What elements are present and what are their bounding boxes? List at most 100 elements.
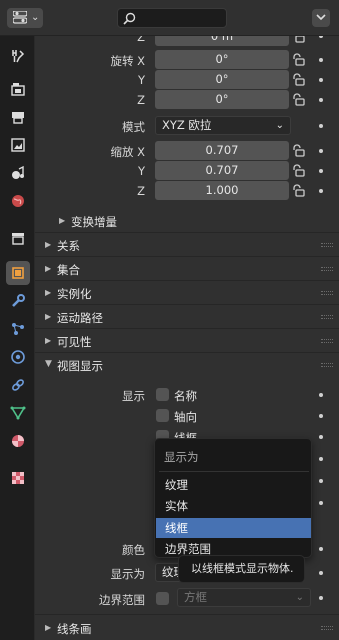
keyframe-dot[interactable] <box>319 36 323 38</box>
expand-triangle-icon: ▶ <box>45 336 52 345</box>
view-layer-icon <box>11 138 25 152</box>
section-visibility[interactable]: ▶ 可见性 <box>35 329 339 353</box>
rotation-mode-select[interactable]: XYZ 欧拉 ⌄ <box>155 116 291 135</box>
section-line-art[interactable]: ▶ 线条画 <box>35 616 339 640</box>
tab-collection[interactable] <box>6 226 30 250</box>
tab-render[interactable] <box>6 77 30 101</box>
menu-item-textured[interactable]: 纹理 <box>156 475 311 495</box>
color-label: 颜色 <box>122 543 145 557</box>
lock-icon[interactable] <box>291 184 305 197</box>
tab-world[interactable] <box>6 189 30 213</box>
rotation-z-field[interactable]: 0° <box>155 90 289 109</box>
section-title: 可见性 <box>57 335 92 349</box>
properties-header: ⌄ <box>0 0 339 36</box>
section-collections[interactable]: ▶ 集合 <box>35 257 339 281</box>
properties-editor-icon <box>13 11 27 24</box>
section-title: 视图显示 <box>57 359 103 373</box>
divider <box>35 614 339 615</box>
lock-icon[interactable] <box>291 144 305 157</box>
drag-grip-icon[interactable] <box>321 267 333 271</box>
keyframe-dot[interactable] <box>319 169 323 173</box>
search-field[interactable] <box>117 8 227 28</box>
keyframe-dot[interactable] <box>319 393 323 397</box>
scale-x-field[interactable]: 0.707 <box>155 141 289 160</box>
tab-particles[interactable] <box>6 317 30 341</box>
tab-view-layer[interactable] <box>6 133 30 157</box>
tool-icon <box>12 50 25 63</box>
tab-output[interactable] <box>6 105 30 129</box>
rotation-mode-label: 模式 <box>122 120 145 134</box>
properties-tab-bar <box>0 36 35 640</box>
menu-item-wire[interactable]: 线框 <box>156 518 311 538</box>
lock-icon[interactable] <box>291 36 305 43</box>
display-as-label: 显示为 <box>110 567 146 581</box>
modifier-icon <box>12 294 25 307</box>
dropdown-title: 显示为 <box>164 450 199 464</box>
section-motion-paths[interactable]: ▶ 运动路径 <box>35 305 339 329</box>
scale-y-field[interactable]: 0.707 <box>155 161 289 180</box>
tab-modifier[interactable] <box>6 289 30 313</box>
drag-grip-icon[interactable] <box>321 363 333 367</box>
lock-icon[interactable] <box>291 164 305 177</box>
keyframe-dot[interactable] <box>319 571 323 575</box>
scale-z-field[interactable]: 1.000 <box>155 181 289 200</box>
scale-y-label: Y <box>137 164 145 178</box>
keyframe-dot[interactable] <box>319 435 323 439</box>
rotation-z-label: Z <box>137 93 145 107</box>
divider <box>159 471 309 472</box>
keyframe-dot[interactable] <box>319 596 323 600</box>
drag-grip-icon[interactable] <box>321 243 333 247</box>
tab-object[interactable] <box>6 261 30 285</box>
section-relations[interactable]: ▶ 关系 <box>35 233 339 257</box>
tab-physics[interactable] <box>6 345 30 369</box>
drag-grip-icon[interactable] <box>321 339 333 343</box>
keyframe-dot[interactable] <box>319 457 323 461</box>
keyframe-dot[interactable] <box>319 149 323 153</box>
delta-transform-subpanel[interactable]: ▶ 变换增量 <box>49 209 339 233</box>
keyframe-dot[interactable] <box>319 58 323 62</box>
rotation-y-field[interactable]: 0° <box>155 70 289 89</box>
editor-type-button[interactable]: ⌄ <box>7 8 43 28</box>
tab-texture[interactable] <box>6 466 30 490</box>
drag-grip-icon[interactable] <box>321 315 333 319</box>
rotation-mode-value: XYZ 欧拉 <box>162 118 212 132</box>
data-icon <box>10 406 26 420</box>
keyframe-dot[interactable] <box>319 189 323 193</box>
options-menu-button[interactable] <box>312 9 330 27</box>
tab-material[interactable] <box>6 429 30 453</box>
tab-tool[interactable] <box>6 44 30 68</box>
show-name-checkbox[interactable] <box>156 388 169 401</box>
keyframe-dot[interactable] <box>319 124 323 128</box>
location-z-field[interactable]: 0 m <box>155 36 289 46</box>
tab-constraints[interactable] <box>6 373 30 397</box>
keyframe-dot[interactable] <box>319 479 323 483</box>
drag-grip-icon[interactable] <box>321 291 333 295</box>
show-axes-checkbox[interactable] <box>156 409 169 422</box>
lock-icon[interactable] <box>291 73 305 86</box>
keyframe-dot[interactable] <box>319 414 323 418</box>
rotation-x-label: 旋转 X <box>110 54 145 68</box>
section-title: 实例化 <box>57 287 92 301</box>
show-name-label: 名称 <box>174 389 197 403</box>
keyframe-dot[interactable] <box>319 78 323 82</box>
keyframe-dot[interactable] <box>319 501 323 505</box>
lock-icon[interactable] <box>291 53 305 66</box>
expand-triangle-icon: ▶ <box>45 288 52 297</box>
bounds-type-select[interactable]: 方框 ⌄ <box>177 588 311 607</box>
tab-data[interactable] <box>6 401 30 425</box>
search-input[interactable] <box>140 11 222 25</box>
chevron-down-icon: ⌄ <box>31 12 40 23</box>
expand-triangle-icon: ▶ <box>45 264 52 273</box>
section-instancing[interactable]: ▶ 实例化 <box>35 281 339 305</box>
keyframe-dot[interactable] <box>319 98 323 102</box>
section-viewport-display[interactable]: ▼ 视图显示 <box>35 353 339 377</box>
tab-scene[interactable] <box>6 161 30 185</box>
menu-item-solid[interactable]: 实体 <box>156 496 311 516</box>
bounds-type-value: 方框 <box>184 590 207 604</box>
lock-icon[interactable] <box>291 93 305 106</box>
section-title: 线条画 <box>57 622 92 636</box>
keyframe-dot[interactable] <box>319 547 323 551</box>
drag-grip-icon[interactable] <box>321 626 333 630</box>
bounds-checkbox[interactable] <box>156 592 169 605</box>
rotation-x-field[interactable]: 0° <box>155 50 289 69</box>
